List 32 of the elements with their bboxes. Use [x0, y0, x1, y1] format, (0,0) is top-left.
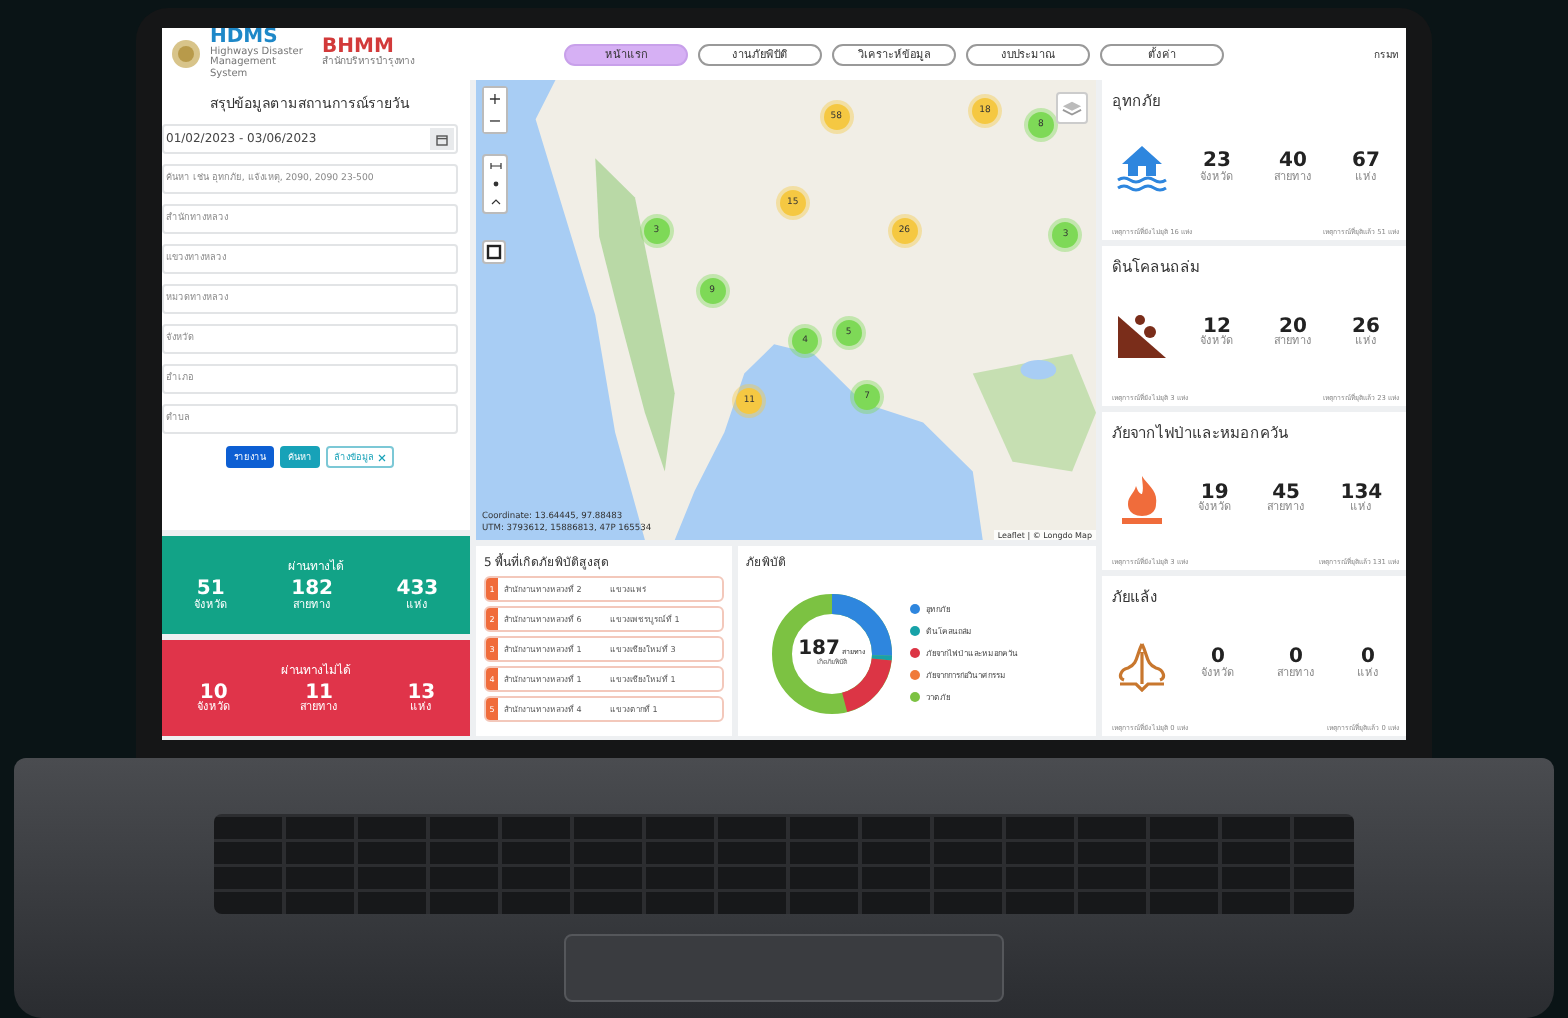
stat-value: 40 [1279, 152, 1307, 173]
stat-value: 45 [1272, 483, 1300, 504]
horizontal-arrows-icon[interactable] [489, 159, 501, 172]
stat-value: 0 [1361, 648, 1375, 669]
stat-value: 13 [407, 683, 436, 704]
stat-value: 11 [305, 683, 333, 704]
close-icon [378, 453, 386, 461]
stat-value: 182 [291, 580, 333, 601]
zoom-in-button[interactable]: + [484, 88, 506, 110]
calendar-icon[interactable] [430, 128, 454, 150]
stat-value: 26 [1352, 317, 1380, 338]
stat-value: 10 [199, 683, 228, 704]
stat-value: 20 [1279, 317, 1307, 338]
stat-value: 12 [1203, 317, 1231, 338]
stat-value: 67 [1352, 152, 1380, 173]
emblem-icon [170, 38, 202, 70]
donut-chart-drawing [770, 591, 894, 715]
fullscreen-button[interactable] [482, 240, 506, 264]
stat-value: 0 [1211, 648, 1225, 669]
shape-icon[interactable] [489, 196, 501, 209]
logo-title: HDMS [210, 28, 278, 49]
flooded-house-icon [1112, 142, 1172, 195]
stat-value: 134 [1340, 483, 1383, 504]
layers-icon [1062, 99, 1082, 117]
measure-toolbar[interactable] [482, 154, 508, 214]
logo-title: BHMM [322, 38, 394, 59]
stat-value: 0 [1289, 648, 1303, 669]
stat-value: 51 [196, 580, 225, 601]
stat-value: 433 [396, 580, 439, 601]
stat-value: 19 [1200, 483, 1229, 504]
stat-value: 23 [1203, 152, 1231, 173]
point-icon[interactable] [489, 177, 501, 190]
